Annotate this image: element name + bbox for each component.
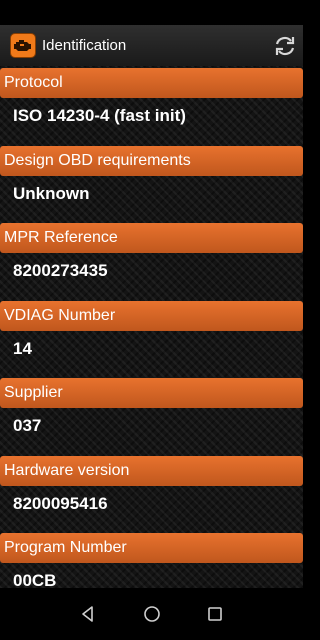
section-design-obd-requirements: Design OBD requirements Unknown <box>0 144 303 222</box>
back-triangle-icon[interactable] <box>76 602 100 626</box>
section-value: 8200273435 <box>13 261 108 280</box>
section-value: 8200095416 <box>13 493 108 513</box>
section-header: Design OBD requirements <box>0 145 303 176</box>
section-mpr-reference: MPR Reference 8200273435 <box>0 221 303 299</box>
navigation-bar <box>0 588 303 640</box>
section-header: Protocol <box>0 68 303 98</box>
section-supplier: Supplier 037 <box>0 376 303 454</box>
identification-list[interactable]: Protocol ISO 14230-4 (fast init) Design … <box>0 66 303 588</box>
section-header: Supplier <box>0 378 303 408</box>
app-bar: Identification <box>0 25 303 66</box>
section-hardware-version: Hardware version 8200095416 <box>0 454 303 532</box>
home-circle-icon[interactable] <box>140 602 164 626</box>
section-value: 037 <box>13 416 42 435</box>
section-value: 00CB <box>13 571 57 588</box>
section-program-number: Program Number 00CB <box>0 531 303 588</box>
section-vdiag-number: VDIAG Number 14 <box>0 299 303 377</box>
recents-square-icon[interactable] <box>203 602 227 626</box>
section-value: 14 <box>13 338 32 358</box>
section-protocol: Protocol ISO 14230-4 (fast init) <box>0 66 303 144</box>
section-value: ISO 14230-4 (fast init) <box>13 106 186 125</box>
section-header: Program Number <box>0 533 303 563</box>
section-header: MPR Reference <box>0 223 303 253</box>
status-bar <box>0 0 303 25</box>
app-title: Identification <box>42 37 127 54</box>
section-header: VDIAG Number <box>0 300 303 331</box>
section-value: Unknown <box>13 183 90 203</box>
engine-icon <box>10 33 36 58</box>
section-header: Hardware version <box>0 455 303 486</box>
refresh-icon[interactable] <box>273 34 297 58</box>
